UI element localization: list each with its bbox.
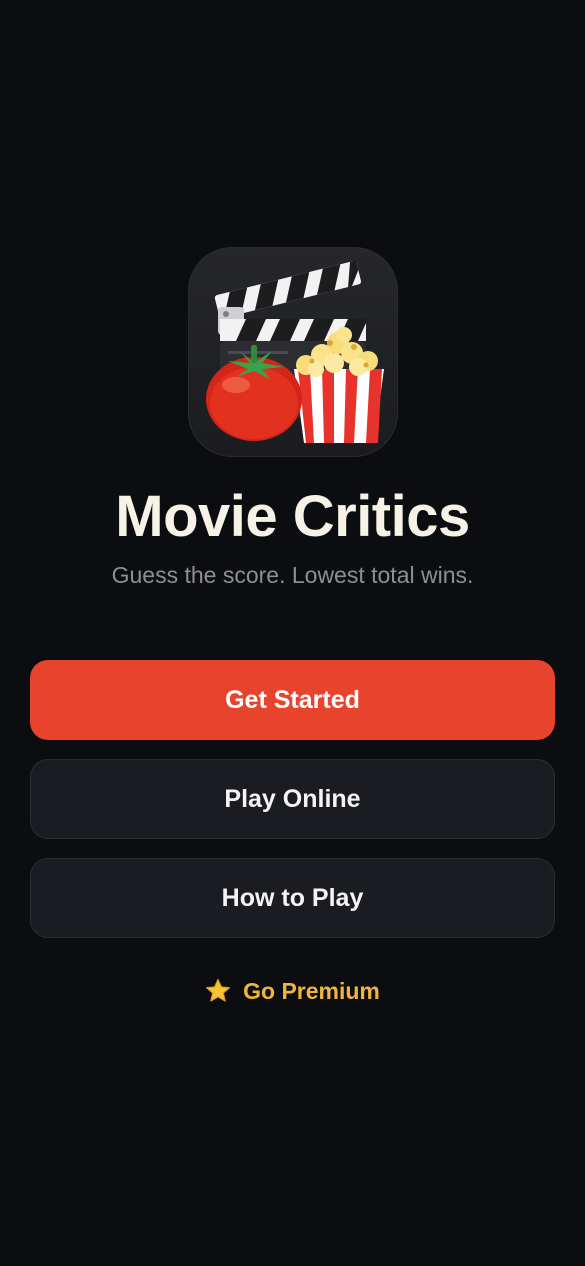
play-online-button[interactable]: Play Online <box>30 759 555 839</box>
how-to-play-label: How to Play <box>221 883 364 912</box>
app-logo-icon <box>188 247 398 457</box>
get-started-button[interactable]: Get Started <box>30 660 555 740</box>
home-screen: Movie Critics Guess the score. Lowest to… <box>0 0 585 1266</box>
play-online-label: Play Online <box>224 784 361 813</box>
star-icon <box>205 978 231 1004</box>
how-to-play-button[interactable]: How to Play <box>30 858 555 938</box>
go-premium-link[interactable]: Go Premium <box>0 975 585 1007</box>
go-premium-label: Go Premium <box>243 977 380 1004</box>
get-started-label: Get Started <box>225 685 360 714</box>
app-title: Movie Critics <box>115 484 470 549</box>
app-subtitle: Guess the score. Lowest total wins. <box>111 562 474 588</box>
